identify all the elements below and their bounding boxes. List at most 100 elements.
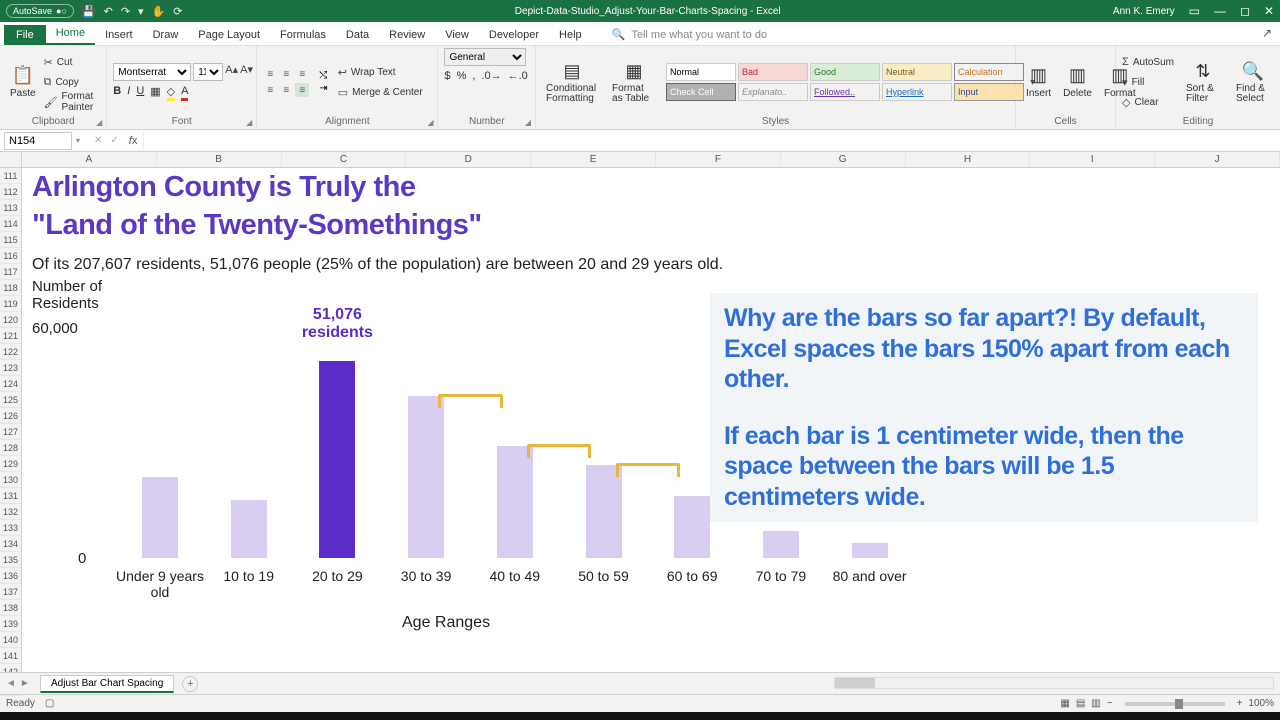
windows-taskbar[interactable]	[0, 712, 1280, 720]
underline-button[interactable]: U	[136, 85, 144, 101]
indent-button[interactable]: ⇥	[319, 83, 327, 94]
minimize-icon[interactable]: —	[1214, 4, 1226, 18]
row-header[interactable]: 124	[0, 376, 21, 392]
tab-view[interactable]: View	[435, 25, 479, 45]
row-header[interactable]: 113	[0, 200, 21, 216]
autosave-toggle[interactable]: AutoSave●○	[6, 4, 74, 18]
zoom-level[interactable]: 100%	[1248, 698, 1274, 709]
fill-button[interactable]: ▾Fill	[1122, 73, 1174, 91]
tab-draw[interactable]: Draw	[143, 25, 189, 45]
border-button[interactable]: ▦	[150, 85, 160, 101]
zoom-in-icon[interactable]: +	[1237, 698, 1243, 709]
style-followed-link[interactable]: Followed..	[810, 83, 880, 101]
style-input[interactable]: Input	[954, 83, 1024, 101]
style-neutral[interactable]: Neutral	[882, 63, 952, 81]
horizontal-scrollbar[interactable]	[834, 677, 1274, 689]
number-format-select[interactable]: General	[444, 48, 526, 66]
bar[interactable]	[586, 465, 622, 558]
column-header[interactable]: H	[906, 152, 1031, 167]
row-header[interactable]: 115	[0, 232, 21, 248]
refresh-icon[interactable]: ⟳	[173, 5, 182, 18]
style-explanatory[interactable]: Explanato..	[738, 83, 808, 101]
page-layout-view-icon[interactable]: ▤	[1076, 698, 1085, 709]
style-normal[interactable]: Normal	[666, 63, 736, 81]
shrink-font-icon[interactable]: A▾	[240, 63, 253, 81]
format-painter-button[interactable]: 🖌Format Painter	[44, 93, 101, 111]
column-header[interactable]: E	[531, 152, 656, 167]
undo-icon[interactable]: ↶	[104, 5, 113, 18]
cell-canvas[interactable]: Arlington County is Truly the "Land of t…	[22, 168, 1280, 672]
row-header[interactable]: 132	[0, 504, 21, 520]
comma-button[interactable]: ,	[472, 70, 475, 82]
column-header[interactable]: A	[22, 152, 157, 167]
orientation-button[interactable]: ⤭	[319, 70, 327, 81]
row-header[interactable]: 119	[0, 296, 21, 312]
close-icon[interactable]: ✕	[1264, 4, 1274, 18]
tab-nav[interactable]: ◄►	[6, 678, 30, 689]
row-header[interactable]: 123	[0, 360, 21, 376]
percent-button[interactable]: %	[457, 70, 467, 82]
sheet-tab-active[interactable]: Adjust Bar Chart Spacing	[40, 675, 174, 693]
format-as-table-button[interactable]: ▦Format as Table	[608, 59, 660, 106]
row-header[interactable]: 111	[0, 168, 21, 184]
tab-home[interactable]: Home	[46, 23, 95, 45]
name-box[interactable]	[4, 132, 72, 150]
row-headers[interactable]: 1111121131141151161171181191201211221231…	[0, 152, 22, 672]
row-header[interactable]: 135	[0, 552, 21, 568]
font-color-button[interactable]: A	[181, 85, 188, 101]
alignment-grid[interactable]: ≡≡≡≡≡≡	[263, 67, 309, 97]
merge-center-button[interactable]: ▭Merge & Center	[338, 83, 423, 101]
scrollbar-thumb[interactable]	[835, 678, 875, 688]
bar[interactable]	[408, 396, 444, 558]
ribbon-options-icon[interactable]: ▭	[1189, 4, 1200, 18]
new-sheet-button[interactable]: +	[182, 676, 198, 692]
style-bad[interactable]: Bad	[738, 63, 808, 81]
dialog-launcher-icon[interactable]: ◢	[427, 118, 433, 127]
macro-record-icon[interactable]: ▢	[45, 698, 54, 709]
column-header[interactable]: I	[1030, 152, 1155, 167]
zoom-slider[interactable]	[1125, 702, 1225, 706]
bar[interactable]	[231, 500, 267, 558]
style-hyperlink[interactable]: Hyperlink	[882, 83, 952, 101]
row-header[interactable]: 117	[0, 264, 21, 280]
insert-cells-button[interactable]: ▥Insert	[1022, 63, 1055, 101]
sort-filter-button[interactable]: ⇅Sort & Filter	[1182, 59, 1224, 106]
tab-insert[interactable]: Insert	[95, 25, 143, 45]
share-icon[interactable]: ↗	[1262, 26, 1272, 40]
row-header[interactable]: 137	[0, 584, 21, 600]
worksheet-area[interactable]: ABCDEFGHIJ 11111211311411511611711811912…	[0, 152, 1280, 672]
column-header[interactable]: D	[406, 152, 531, 167]
row-header[interactable]: 127	[0, 424, 21, 440]
font-size-select[interactable]: 11	[193, 63, 223, 81]
style-good[interactable]: Good	[810, 63, 880, 81]
bar[interactable]	[674, 496, 710, 558]
row-header[interactable]: 121	[0, 328, 21, 344]
row-header[interactable]: 138	[0, 600, 21, 616]
row-header[interactable]: 114	[0, 216, 21, 232]
fx-icon[interactable]: fx	[123, 135, 144, 147]
find-select-button[interactable]: 🔍Find & Select	[1232, 59, 1274, 106]
row-header[interactable]: 118	[0, 280, 21, 296]
bar[interactable]	[852, 543, 888, 558]
bar[interactable]	[497, 446, 533, 558]
style-calculation[interactable]: Calculation	[954, 63, 1024, 81]
page-break-view-icon[interactable]: ▥	[1091, 698, 1100, 709]
row-header[interactable]: 131	[0, 488, 21, 504]
italic-button[interactable]: I	[127, 85, 130, 101]
fill-color-button[interactable]: ◇	[167, 85, 175, 101]
bar[interactable]	[142, 477, 178, 558]
tab-review[interactable]: Review	[379, 25, 435, 45]
enter-icon[interactable]: ✓	[106, 135, 122, 146]
decrease-decimal-button[interactable]: ←.0	[508, 70, 528, 82]
dialog-launcher-icon[interactable]: ◢	[96, 118, 102, 127]
delete-cells-button[interactable]: ▥Delete	[1059, 63, 1096, 101]
row-header[interactable]: 128	[0, 440, 21, 456]
cut-button[interactable]: ✂Cut	[44, 53, 101, 71]
currency-button[interactable]: $	[444, 70, 450, 82]
dialog-launcher-icon[interactable]: ◢	[525, 118, 531, 127]
conditional-formatting-button[interactable]: ▤Conditional Formatting	[542, 59, 602, 106]
cell-styles-gallery[interactable]: Normal Bad Good Neutral Calculation Chec…	[666, 63, 1024, 101]
font-name-select[interactable]: Montserrat	[113, 63, 191, 81]
bar[interactable]	[763, 531, 799, 558]
tab-help[interactable]: Help	[549, 25, 592, 45]
